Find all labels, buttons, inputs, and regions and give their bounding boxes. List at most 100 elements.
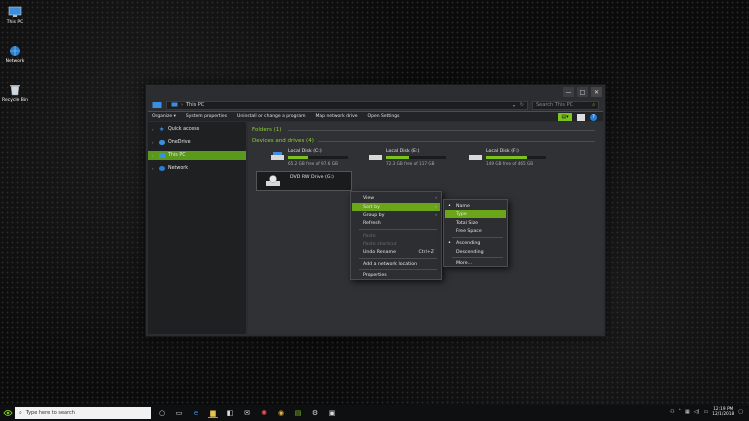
dvd-drive-icon bbox=[266, 175, 280, 186]
menu-item-label: Paste bbox=[363, 233, 376, 239]
menu-item-sort-by[interactable]: Sort by › bbox=[352, 203, 440, 211]
drive-usage-fill bbox=[486, 156, 527, 159]
breadcrumb-separator: › bbox=[181, 102, 183, 108]
navigation-pane: › ★ Quick access › OneDrive › This PC › … bbox=[148, 122, 246, 334]
taskbar-search-placeholder: Type here to search bbox=[25, 410, 75, 416]
help-icon[interactable]: ? bbox=[590, 113, 597, 121]
taskbar-search-input[interactable]: ⌕ Type here to search bbox=[15, 407, 151, 419]
menu-item-properties[interactable]: Properties bbox=[352, 271, 440, 279]
window-controls: — □ ✕ bbox=[563, 87, 602, 97]
menu-item-label: Ascending bbox=[456, 240, 481, 246]
volume-icon[interactable]: ◁) bbox=[694, 409, 700, 415]
app-icon[interactable]: ▤ bbox=[293, 408, 303, 418]
drives-group-title[interactable]: Devices and drives (4) bbox=[252, 138, 314, 144]
sort-item-name[interactable]: • Name bbox=[445, 202, 506, 210]
sort-item-descending[interactable]: Descending bbox=[445, 248, 506, 256]
chevron-right-icon: › bbox=[435, 195, 437, 201]
preview-pane-icon[interactable] bbox=[577, 113, 585, 121]
chevron-right-icon[interactable]: › bbox=[152, 127, 156, 132]
change-view-button[interactable]: ▤▾ bbox=[558, 113, 572, 121]
chevron-down-icon[interactable]: ▾ bbox=[513, 103, 515, 108]
store-icon[interactable]: ◧ bbox=[225, 408, 235, 418]
menu-item-add-network-location[interactable]: Add a network location bbox=[352, 260, 440, 268]
context-menu: View › Sort by › Group by › Refresh Paste P… bbox=[350, 191, 442, 280]
app-icon[interactable]: ✺ bbox=[259, 408, 269, 418]
chevron-up-icon[interactable]: ˄ bbox=[678, 409, 681, 415]
clock[interactable]: 12:19 PM 12/1/2018 bbox=[712, 407, 734, 417]
cortana-icon[interactable]: ○ bbox=[157, 408, 167, 418]
computer-icon bbox=[159, 153, 165, 158]
command-bar: Organize ▾ System properties Uninstall o… bbox=[148, 111, 603, 121]
address-row: › This PC ▾ ↻ Search This PC ⌕ bbox=[152, 100, 599, 110]
sort-item-type[interactable]: Type bbox=[445, 210, 506, 218]
drive-usage-bar bbox=[386, 156, 446, 159]
drive-e[interactable]: Local Disk (E:) 72.3 GB free of 117 GB bbox=[368, 149, 463, 173]
menu-item-label: View bbox=[363, 195, 375, 201]
refresh-icon[interactable]: ↻ bbox=[520, 102, 524, 108]
address-bar[interactable]: › This PC ▾ ↻ bbox=[166, 100, 528, 110]
chevron-right-icon[interactable]: › bbox=[152, 166, 156, 171]
nav-item-this-pc[interactable]: › This PC bbox=[148, 151, 246, 160]
people-icon[interactable]: ⚇ bbox=[670, 409, 674, 415]
menu-item-undo-rename[interactable]: Undo Rename Ctrl+Z bbox=[352, 248, 440, 256]
sort-item-more[interactable]: More... bbox=[445, 259, 506, 267]
system-properties-button[interactable]: System properties bbox=[186, 114, 227, 119]
menu-item-group-by[interactable]: Group by › bbox=[352, 211, 440, 219]
edge-icon[interactable]: e bbox=[191, 408, 201, 418]
network-icon[interactable]: ▦ bbox=[685, 409, 690, 415]
desktop-icon-network[interactable]: Network bbox=[3, 45, 27, 64]
chevron-right-icon[interactable]: › bbox=[152, 153, 156, 158]
uninstall-program-button[interactable]: Uninstall or change a program bbox=[237, 114, 305, 119]
open-settings-button[interactable]: Open Settings bbox=[368, 114, 400, 119]
sort-item-ascending[interactable]: • Ascending bbox=[445, 239, 506, 247]
drive-f[interactable]: Local Disk (F:) 149 GB free of 465 GB bbox=[468, 149, 563, 173]
desktop-icon-this-pc[interactable]: This PC bbox=[3, 6, 27, 25]
keyboard-icon[interactable]: ▭ bbox=[703, 409, 708, 415]
file-explorer-icon[interactable]: ▆ bbox=[208, 408, 218, 418]
chrome-icon[interactable]: ◉ bbox=[276, 408, 286, 418]
chevron-right-icon: › bbox=[435, 204, 437, 210]
organize-button[interactable]: Organize ▾ bbox=[152, 114, 176, 119]
nav-item-onedrive[interactable]: › OneDrive bbox=[148, 138, 246, 147]
nav-item-quick-access[interactable]: › ★ Quick access bbox=[148, 125, 246, 134]
notification-icon[interactable]: ▢ bbox=[738, 409, 743, 415]
menu-item-paste[interactable]: Paste bbox=[352, 232, 440, 240]
mail-icon[interactable]: ✉ bbox=[242, 408, 252, 418]
task-view-icon[interactable]: ▭ bbox=[174, 408, 184, 418]
app-icon[interactable]: ▣ bbox=[327, 408, 337, 418]
nav-item-label: Quick access bbox=[168, 127, 200, 132]
drive-usage-fill bbox=[288, 156, 308, 159]
search-input[interactable]: Search This PC ⌕ bbox=[532, 100, 599, 110]
nvidia-start-icon bbox=[2, 410, 13, 416]
chevron-right-icon[interactable]: › bbox=[152, 140, 156, 145]
sort-item-total-size[interactable]: Total Size bbox=[445, 219, 506, 227]
drive-name: Local Disk (E:) bbox=[386, 149, 420, 154]
nav-item-network[interactable]: › Network bbox=[148, 164, 246, 173]
divider bbox=[288, 130, 595, 131]
drive-free-space: 149 GB free of 465 GB bbox=[486, 161, 534, 166]
folders-group-title[interactable]: Folders (1) bbox=[252, 127, 281, 133]
menu-item-paste-shortcut[interactable]: Paste shortcut bbox=[352, 240, 440, 248]
menu-separator bbox=[359, 269, 437, 270]
menu-item-label: Properties bbox=[363, 272, 387, 278]
taskbar-apps: ○ ▭ e ▆ ◧ ✉ ✺ ◉ ▤ ⚙ ▣ bbox=[157, 408, 337, 418]
dvd-drive-g[interactable]: DVD RW Drive (G:) bbox=[256, 171, 352, 191]
settings-icon[interactable]: ⚙ bbox=[310, 408, 320, 418]
maximize-button[interactable]: □ bbox=[577, 87, 588, 97]
menu-item-refresh[interactable]: Refresh bbox=[352, 219, 440, 227]
sort-item-free-space[interactable]: Free Space bbox=[445, 227, 506, 235]
drive-name: DVD RW Drive (G:) bbox=[290, 175, 334, 180]
start-button[interactable] bbox=[0, 405, 15, 421]
breadcrumb-this-pc[interactable]: This PC bbox=[186, 102, 204, 108]
folder-up-icon[interactable] bbox=[152, 101, 162, 109]
minimize-button[interactable]: — bbox=[563, 87, 574, 97]
system-tray: ⚇ ˄ ▦ ◁) ▭ 12:19 PM 12/1/2018 ▢ bbox=[670, 407, 743, 417]
menu-item-view[interactable]: View › bbox=[352, 194, 440, 202]
chevron-right-icon: › bbox=[435, 212, 437, 218]
clock-date: 12/1/2018 bbox=[712, 412, 735, 417]
drive-c[interactable]: Local Disk (C:) 65.2 GB free of 97.6 GB bbox=[270, 149, 365, 173]
map-network-drive-button[interactable]: Map network drive bbox=[316, 114, 358, 119]
menu-item-label: Sort by bbox=[363, 204, 380, 210]
desktop-icon-recycle-bin[interactable]: Recycle Bin bbox=[2, 84, 28, 103]
close-button[interactable]: ✕ bbox=[591, 87, 602, 97]
